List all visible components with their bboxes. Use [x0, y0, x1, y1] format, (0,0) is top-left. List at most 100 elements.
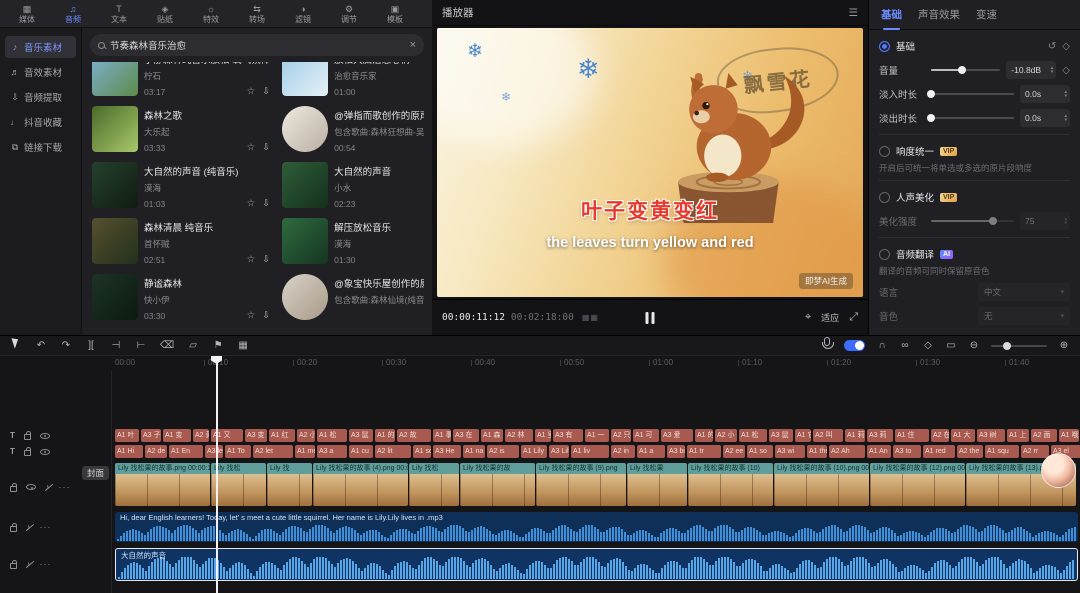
audio-clip-music-selected[interactable]: 大自然的声音: [115, 548, 1078, 581]
split-icon[interactable]: ][: [85, 337, 97, 355]
subtitle-clip[interactable]: A1 the: [807, 445, 827, 458]
subtitle-clip[interactable]: A1 sq: [413, 445, 431, 458]
video-clip[interactable]: Lily 找松: [211, 463, 266, 506]
video-clip[interactable]: Lily 找松果的故事.png 00:00:14:06: [115, 463, 210, 506]
subtitle-clip[interactable]: A2 rr: [1021, 445, 1049, 458]
mute-icon[interactable]: ♪: [26, 559, 31, 569]
volume-slider[interactable]: [931, 69, 1000, 71]
fade-out-value[interactable]: 0.0s▴▾: [1020, 109, 1070, 127]
nav-media[interactable]: ▦媒体: [4, 0, 50, 28]
subtitle-clip[interactable]: A1 森: [481, 429, 503, 442]
video-preview[interactable]: ❄ ❄ ❄ ❄ 飘雪花: [437, 28, 863, 297]
subtitle-clip[interactable]: A3 在: [453, 429, 479, 442]
download-icon[interactable]: ⇩: [262, 310, 270, 321]
timeline-zoom-slider[interactable]: [991, 345, 1047, 347]
marker-icon[interactable]: ⚑: [212, 337, 224, 355]
magnet-icon[interactable]: ∩: [876, 337, 888, 355]
nav-template[interactable]: ▣模板: [372, 0, 418, 28]
subtitle-clip[interactable]: A1 的: [375, 429, 395, 442]
subtitle-clip[interactable]: A1 红: [269, 429, 295, 442]
floating-avatar[interactable]: [1041, 453, 1076, 488]
preview-grid-icon[interactable]: ▦▦: [582, 313, 599, 322]
subtitle-clip[interactable]: A3 le: [205, 445, 223, 458]
subtitle-clip[interactable]: A3 a: [317, 445, 347, 458]
playhead[interactable]: [216, 356, 218, 593]
nav-text[interactable]: T文本: [96, 0, 142, 28]
volume-keyframe-icon[interactable]: ◇: [1062, 65, 1070, 76]
mute-icon[interactable]: ♪: [45, 482, 50, 492]
mask-icon[interactable]: ▱: [187, 337, 199, 355]
subtitle-clip[interactable]: A2 在: [931, 429, 949, 442]
subtitle-clip[interactable]: A1 松: [739, 429, 767, 442]
subtitle-clip[interactable]: A3 子: [141, 429, 161, 442]
nav-transition[interactable]: ⇆转场: [234, 0, 280, 28]
volume-value[interactable]: -10.8dB▴▾: [1006, 61, 1056, 79]
subtitle-clip[interactable]: A1 me: [295, 445, 315, 458]
basic-toggle[interactable]: [879, 41, 890, 52]
download-icon[interactable]: ⇩: [262, 198, 270, 209]
lock-icon[interactable]: [10, 526, 17, 532]
language-select[interactable]: 中文▾: [978, 283, 1070, 301]
mosaic-icon[interactable]: ▦: [237, 337, 249, 355]
player-menu-icon[interactable]: ☰: [849, 7, 858, 19]
more-options-icon[interactable]: ···: [40, 559, 52, 569]
subtitle-clip[interactable]: A2 黄: [193, 429, 209, 442]
lock-icon[interactable]: [24, 450, 31, 456]
tab-声音效果[interactable]: 声音效果: [918, 7, 960, 22]
music-card[interactable]: 大自然的声音小水02:23☆⇩: [280, 160, 424, 212]
subtitle-clip[interactable]: A2 故: [397, 429, 431, 442]
favorite-star-icon[interactable]: ☆: [247, 254, 256, 265]
download-icon[interactable]: ⇩: [262, 142, 270, 153]
video-clip[interactable]: Lily 找松: [409, 463, 459, 506]
subtitle-clip[interactable]: A1 哦: [1059, 429, 1079, 442]
subtitle-clip[interactable]: A3 He: [433, 445, 461, 458]
fade-in-slider[interactable]: [931, 93, 1014, 95]
video-clip[interactable]: Lily 找松果: [627, 463, 687, 506]
video-clip[interactable]: Lily 找松果的故: [460, 463, 535, 506]
subtitle-clip[interactable]: A2 de: [145, 445, 167, 458]
subtitle-clip[interactable]: A3 树: [977, 429, 1005, 442]
music-card[interactable]: 森林之歌大乐起03:33☆⇩: [90, 104, 272, 156]
visibility-icon[interactable]: [40, 449, 50, 455]
fullscreen-icon[interactable]: ⤢: [849, 311, 858, 324]
subtitle-clip[interactable]: A3 有: [553, 429, 583, 442]
music-card[interactable]: 大自然的声音 (纯音乐)漠海01:03☆⇩: [90, 160, 272, 212]
audio-translate-toggle[interactable]: [879, 249, 890, 260]
subtitle-clip[interactable]: A1 变: [163, 429, 191, 442]
sidebar-item-soundfx[interactable]: ♬音效素材: [5, 61, 76, 83]
loudness-toggle[interactable]: [879, 146, 890, 157]
subtitle-clip[interactable]: A2 面: [1031, 429, 1057, 442]
zoom-in-icon[interactable]: ⊕: [1058, 337, 1070, 355]
stepper-icons[interactable]: ▴▾: [1064, 90, 1067, 98]
nav-effects[interactable]: ☼特效: [188, 0, 234, 28]
subtitle-clip[interactable]: A1 a: [637, 445, 665, 458]
clear-search-icon[interactable]: ×: [410, 39, 416, 51]
timeline-ruler[interactable]: 00:0000:1000:2000:3000:4000:5001:0001:10…: [112, 356, 1080, 370]
subtitle-clip[interactable]: A1 tr: [687, 445, 721, 458]
subtitle-clip[interactable]: A2 the: [957, 445, 983, 458]
favorite-star-icon[interactable]: ☆: [247, 86, 256, 97]
subtitle-clip[interactable]: A3 变: [245, 429, 267, 442]
tab-变速[interactable]: 变速: [976, 7, 997, 22]
subtitle-clip[interactable]: A1 Hi: [115, 445, 143, 458]
subtitle-clip[interactable]: A3 big: [667, 445, 685, 458]
subtitle-clip[interactable]: A1 莉: [845, 429, 865, 442]
snapshot-icon[interactable]: ⌖: [805, 311, 811, 324]
search-bar[interactable]: ×: [90, 34, 424, 56]
music-card[interactable]: @弹指而歌创作的原声包含歌曲:森林狂想曲-吴金黛00:54☆⇩: [280, 104, 424, 156]
music-card[interactable]: 森林清晨 纯音乐首怀贼02:51☆⇩: [90, 216, 272, 268]
favorite-star-icon[interactable]: ☆: [247, 310, 256, 321]
subtitle-clip[interactable]: A2 ee: [723, 445, 745, 458]
nav-sticker[interactable]: ◈贴纸: [142, 0, 188, 28]
visibility-icon[interactable]: [26, 484, 36, 490]
music-card[interactable]: 静谧森林快小伊03:30☆⇩: [90, 272, 272, 324]
subtitle-clip[interactable]: A2 lit: [375, 445, 411, 458]
lock-icon[interactable]: [24, 434, 31, 440]
stepper-icons[interactable]: ▴▾: [1051, 66, 1054, 74]
video-clip[interactable]: Lily 找松果的故事 (4).png 00:0: [313, 463, 408, 506]
fit-mode-button[interactable]: 适应: [821, 311, 839, 324]
lock-icon[interactable]: [10, 563, 17, 569]
subtitle-clip[interactable]: A2 is: [487, 445, 519, 458]
subtitle-clip[interactable]: A2 林: [505, 429, 533, 442]
subtitle-clip[interactable]: A2 Ah: [829, 445, 865, 458]
